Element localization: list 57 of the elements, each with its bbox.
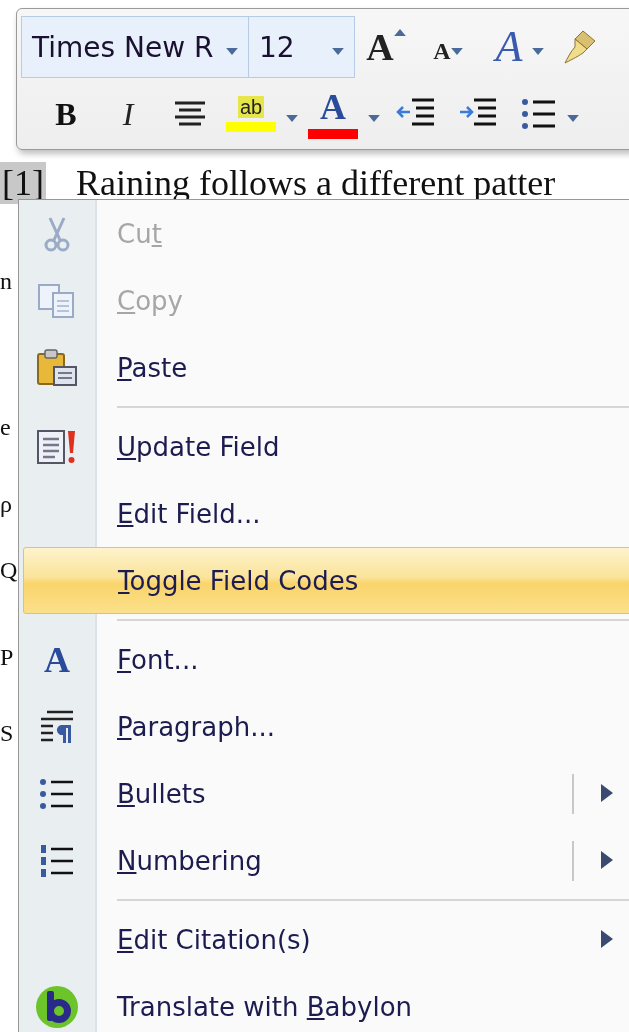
menu-item[interactable]: Update Field: [19, 413, 629, 480]
babylon-logo-icon: [35, 984, 79, 1029]
menu-item-label: Numbering: [117, 845, 262, 876]
font-size-dropdown[interactable]: 12: [249, 16, 355, 78]
bulleted-list-icon: [521, 97, 557, 131]
document-text: P: [0, 643, 14, 670]
menu-item[interactable]: Edit Field...: [19, 480, 629, 547]
caret-icon: [393, 29, 406, 36]
menu-item[interactable]: Paragraph...: [19, 693, 629, 760]
font-name-dropdown[interactable]: Times New R: [21, 16, 249, 78]
menu-item-label: Translate with Babylon: [117, 991, 413, 1022]
italic-button[interactable]: I: [97, 86, 159, 142]
menu-item[interactable]: Edit Citation(s): [19, 906, 629, 973]
menu-item-label: Bullets: [117, 778, 206, 809]
paste-icon: [36, 348, 78, 387]
shrink-font-button[interactable]: A: [417, 19, 479, 75]
document-text: e: [0, 414, 11, 441]
center-align-icon: [173, 99, 207, 129]
caret-icon: [226, 47, 238, 55]
numbered-list-icon: [39, 842, 75, 879]
document-text: Q: [0, 557, 18, 584]
caret-icon: [332, 47, 344, 55]
font-color-button[interactable]: A: [303, 86, 385, 142]
document-text: n: [0, 268, 12, 295]
caret-icon: [532, 47, 545, 55]
document-text: S: [0, 719, 14, 747]
menu-item-label: Edit Field...: [117, 498, 261, 529]
menu-item-label: Font...: [117, 644, 199, 675]
menu-item[interactable]: Toggle Field Codes: [23, 547, 629, 614]
grow-font-button[interactable]: A: [355, 19, 417, 75]
menu-item[interactable]: Bullets: [19, 760, 629, 827]
caret-icon: [567, 114, 579, 122]
bold-button[interactable]: B: [35, 86, 97, 142]
bulleted-list-icon: [39, 776, 75, 811]
font-icon: A: [44, 641, 70, 678]
caret-icon: [286, 114, 298, 122]
document-exclamation-icon: [36, 428, 78, 465]
menu-item-label: Paste: [117, 352, 188, 383]
paragraph-icon: [39, 708, 75, 745]
menu-item[interactable]: A Font...: [19, 626, 629, 693]
menu-item-label: Update Field: [117, 431, 280, 462]
field-code-text: [1]: [0, 162, 46, 204]
caret-icon: [450, 47, 463, 55]
caret-icon: [368, 114, 380, 122]
scissors-icon: [44, 215, 70, 252]
menu-item-label: Cut: [117, 218, 162, 249]
menu-item[interactable]: Paste: [19, 334, 629, 401]
menu-item-label: Copy: [117, 285, 183, 316]
copy-icon: [37, 282, 77, 319]
menu-item-label: Paragraph...: [117, 711, 275, 742]
menu-item[interactable]: Numbering: [19, 827, 629, 894]
menu-item-label: Edit Citation(s): [117, 924, 311, 955]
document-text: ρ: [0, 490, 12, 518]
menu-item[interactable]: Translate with Babylon: [19, 973, 629, 1032]
highlight-button[interactable]: ab: [221, 86, 303, 142]
menu-item-label: Toggle Field Codes: [118, 565, 359, 596]
styles-button[interactable]: A: [479, 19, 561, 75]
